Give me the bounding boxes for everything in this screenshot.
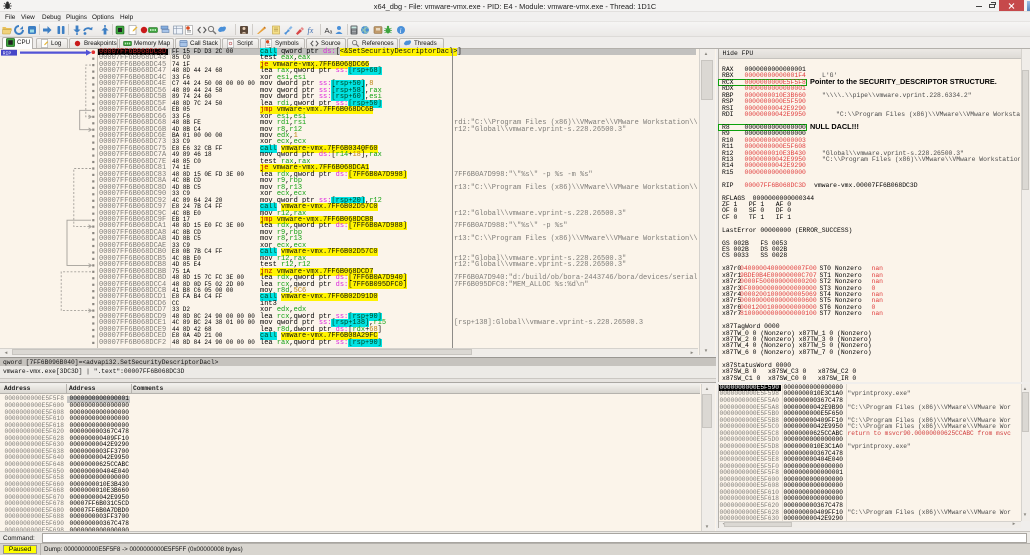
svg-text:RIP: RIP: [3, 50, 12, 56]
svg-text:a: a: [329, 29, 332, 35]
svg-text:i: i: [399, 26, 401, 34]
svg-text:fx: fx: [308, 26, 314, 35]
